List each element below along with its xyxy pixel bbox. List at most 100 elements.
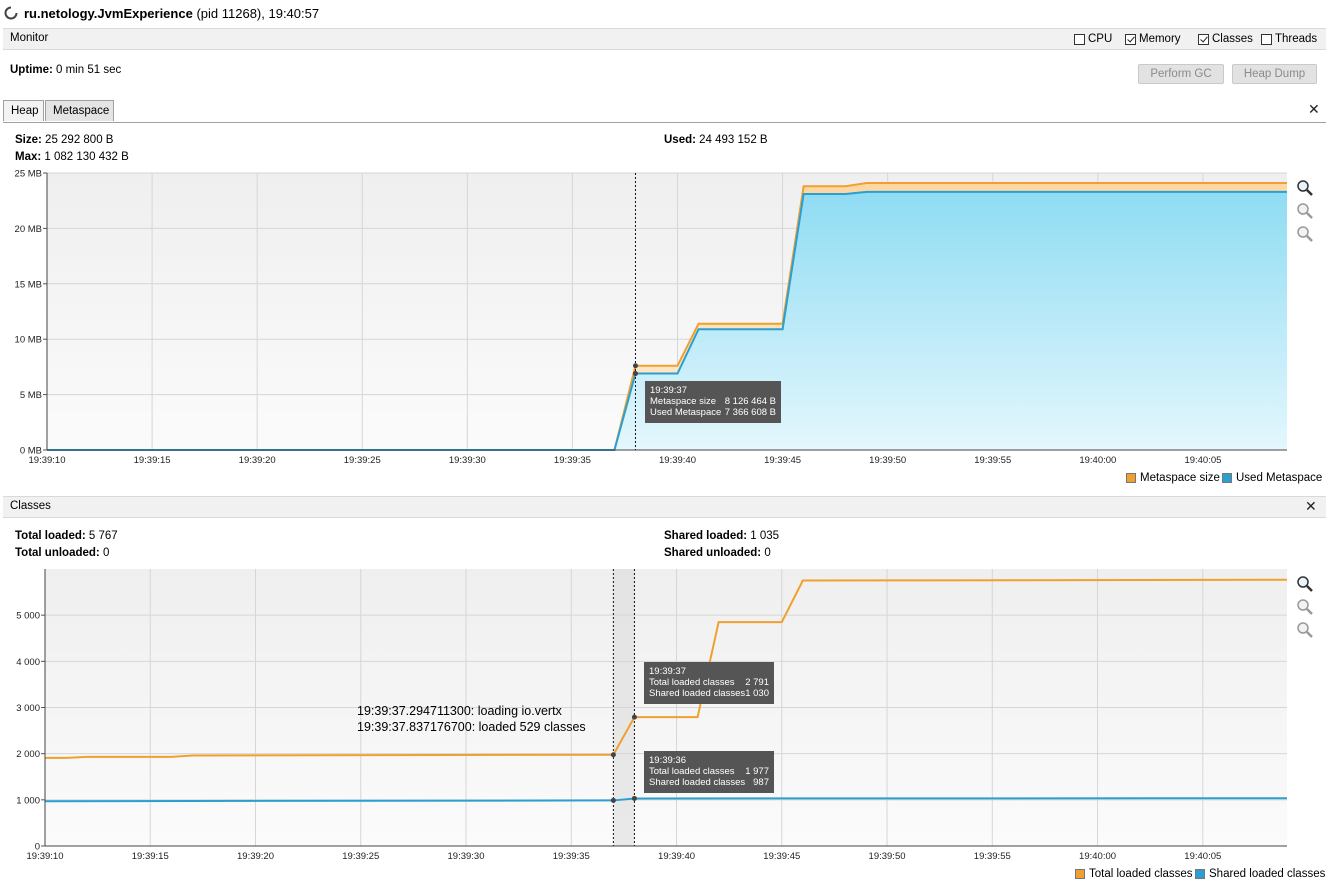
shared-unloaded-label: Shared unloaded: xyxy=(664,547,762,559)
x-tick-label: 19:39:25 xyxy=(344,455,381,466)
legend-label: Metaspace size xyxy=(1140,472,1220,484)
legend-label: Used Metaspace xyxy=(1236,472,1323,484)
legend-used-metaspace: Used Metaspace xyxy=(1222,472,1322,484)
y-tick-label: 4 000 xyxy=(16,657,40,668)
metaspace-size: Size: 25 292 800 B xyxy=(15,134,113,146)
legend-swatch xyxy=(1126,473,1136,483)
checkbox-box[interactable] xyxy=(1125,33,1136,45)
classes-chart: 19:39:10 19:39:15 19:39:20 19:39:25 19:39:30… xyxy=(16,569,1288,862)
shared-loaded: Shared loaded: 1 035 xyxy=(664,530,779,542)
x-tick-label: 19:39:50 xyxy=(869,455,906,466)
checkbox-label: CPU xyxy=(1088,33,1113,45)
x-tick-label: 19:39:15 xyxy=(134,455,171,466)
shared-loaded-value: 1 035 xyxy=(750,530,780,542)
close-classes-icon[interactable]: ✕ xyxy=(1305,498,1317,515)
x-tick-label: 19:40:05 xyxy=(1184,455,1221,466)
x-tick-label: 19:39:40 xyxy=(659,455,696,466)
perform-gc-button[interactable]: Perform GC xyxy=(1138,64,1224,84)
uptime-label: Uptime: xyxy=(10,64,53,76)
x-tick-label: 19:39:30 xyxy=(449,455,486,466)
pid-time: (pid 11268), 19:40:57 xyxy=(196,6,320,21)
zoom-fit-icon[interactable] xyxy=(1296,621,1314,639)
tooltip-time: 19:39:37 xyxy=(649,666,686,677)
x-tick-label: 19:39:45 xyxy=(763,851,800,862)
tooltip-value: 1 977 xyxy=(745,766,769,777)
zoom-in-icon[interactable] xyxy=(1296,575,1314,593)
y-tick-label: 25 MB xyxy=(15,169,42,180)
legend-swatch xyxy=(1075,869,1085,879)
data-marker xyxy=(632,363,638,369)
x-tick-label: 19:39:30 xyxy=(448,851,485,862)
total-unloaded-value: 0 xyxy=(102,547,110,559)
total-loaded: Total loaded: 5 767 xyxy=(15,530,118,542)
legend-label: Shared loaded classes xyxy=(1209,868,1326,880)
heap-dump-button[interactable]: Heap Dump xyxy=(1232,64,1317,84)
metaspace-max: Max: 1 082 130 432 B xyxy=(15,151,129,163)
y-tick-label: 3 000 xyxy=(16,703,40,714)
tab-metaspace[interactable]: Metaspace xyxy=(45,100,114,121)
memory-checkbox[interactable]: Memory xyxy=(1125,32,1181,46)
max-label: Max: xyxy=(15,151,42,163)
close-memory-icon[interactable]: ✕ xyxy=(1308,101,1320,118)
metaspace-chart: 19:39:10 19:39:15 19:39:20 19:39:25 19:39:30… xyxy=(15,169,1287,466)
tooltip-time: 19:39:37 xyxy=(650,385,687,396)
x-tick-label: 19:39:20 xyxy=(237,851,274,862)
threads-checkbox[interactable]: Threads xyxy=(1261,32,1317,46)
tooltip-time: 19:39:36 xyxy=(649,755,686,766)
x-tick-label: 19:39:40 xyxy=(658,851,695,862)
classes-label: Classes xyxy=(10,500,51,512)
size-label: Size: xyxy=(15,134,42,146)
class-load-annotation: 19:39:37.294711300: loading io.vertx 19:… xyxy=(357,703,586,735)
tooltip-label: Total loaded classes xyxy=(649,766,735,777)
memory-tabs: Heap Metaspace ✕ xyxy=(3,100,1326,123)
legend-label: Total loaded classes xyxy=(1089,868,1193,880)
x-tick-label: 19:39:50 xyxy=(869,851,906,862)
classes-checkbox[interactable]: Classes xyxy=(1198,32,1253,46)
y-tick-label: 5 MB xyxy=(20,390,42,401)
tooltip-value: 7 366 608 B xyxy=(724,407,776,418)
tooltip-value: 8 126 464 B xyxy=(724,396,776,407)
uptime: Uptime: 0 min 51 sec xyxy=(10,64,121,76)
data-marker xyxy=(631,714,637,720)
tooltip-label: Shared loaded classes xyxy=(649,688,746,699)
x-tick-label: 19:40:00 xyxy=(1079,851,1116,862)
x-tick-label: 19:39:20 xyxy=(239,455,276,466)
x-tick-label: 19:39:10 xyxy=(29,455,66,466)
app-name: ru.netology.JvmExperience xyxy=(24,6,193,21)
y-tick-label: 0 xyxy=(35,842,40,853)
y-tick-label: 5 000 xyxy=(16,611,40,622)
shared-unloaded: Shared unloaded: 0 xyxy=(664,547,771,559)
zoom-fit-icon[interactable] xyxy=(1296,225,1314,243)
refresh-spinner-icon xyxy=(4,6,18,20)
data-marker xyxy=(610,752,616,758)
zoom-out-icon[interactable] xyxy=(1296,202,1314,220)
tooltip-value: 1 030 xyxy=(745,688,769,699)
data-marker xyxy=(632,371,638,377)
total-loaded-value: 5 767 xyxy=(88,530,118,542)
y-tick-label: 20 MB xyxy=(15,224,42,235)
tooltip-label: Metaspace size xyxy=(650,396,717,407)
zoom-out-icon[interactable] xyxy=(1296,598,1314,616)
total-loaded-label: Total loaded: xyxy=(15,530,86,542)
x-tick-label: 19:40:00 xyxy=(1079,455,1116,466)
data-marker xyxy=(631,795,637,801)
zoom-in-icon[interactable] xyxy=(1296,179,1314,197)
x-tick-label: 19:39:25 xyxy=(342,851,379,862)
data-marker xyxy=(610,797,616,803)
annotation-line: 19:39:37.837176700: loaded 529 classes xyxy=(357,720,586,734)
checkbox-box[interactable] xyxy=(1198,33,1209,45)
shared-loaded-label: Shared loaded: xyxy=(664,530,748,542)
used-label: Used: xyxy=(664,134,696,146)
classes-tooltip-1: 19:39:37 Total loaded classes 2 791 Share… xyxy=(644,662,774,704)
y-tick-label: 0 MB xyxy=(20,446,42,457)
x-tick-label: 19:40:05 xyxy=(1184,851,1221,862)
checkbox-box[interactable] xyxy=(1261,33,1272,45)
tab-heap[interactable]: Heap xyxy=(3,100,44,121)
legend-total-loaded: Total loaded classes xyxy=(1075,868,1193,880)
total-unloaded-label: Total unloaded: xyxy=(15,547,100,559)
checkbox-box[interactable] xyxy=(1074,33,1085,45)
legend-metaspace-size: Metaspace size xyxy=(1126,472,1220,484)
legend-swatch xyxy=(1222,473,1232,483)
x-tick-label: 19:39:10 xyxy=(27,851,64,862)
cpu-checkbox[interactable]: CPU xyxy=(1074,32,1112,46)
